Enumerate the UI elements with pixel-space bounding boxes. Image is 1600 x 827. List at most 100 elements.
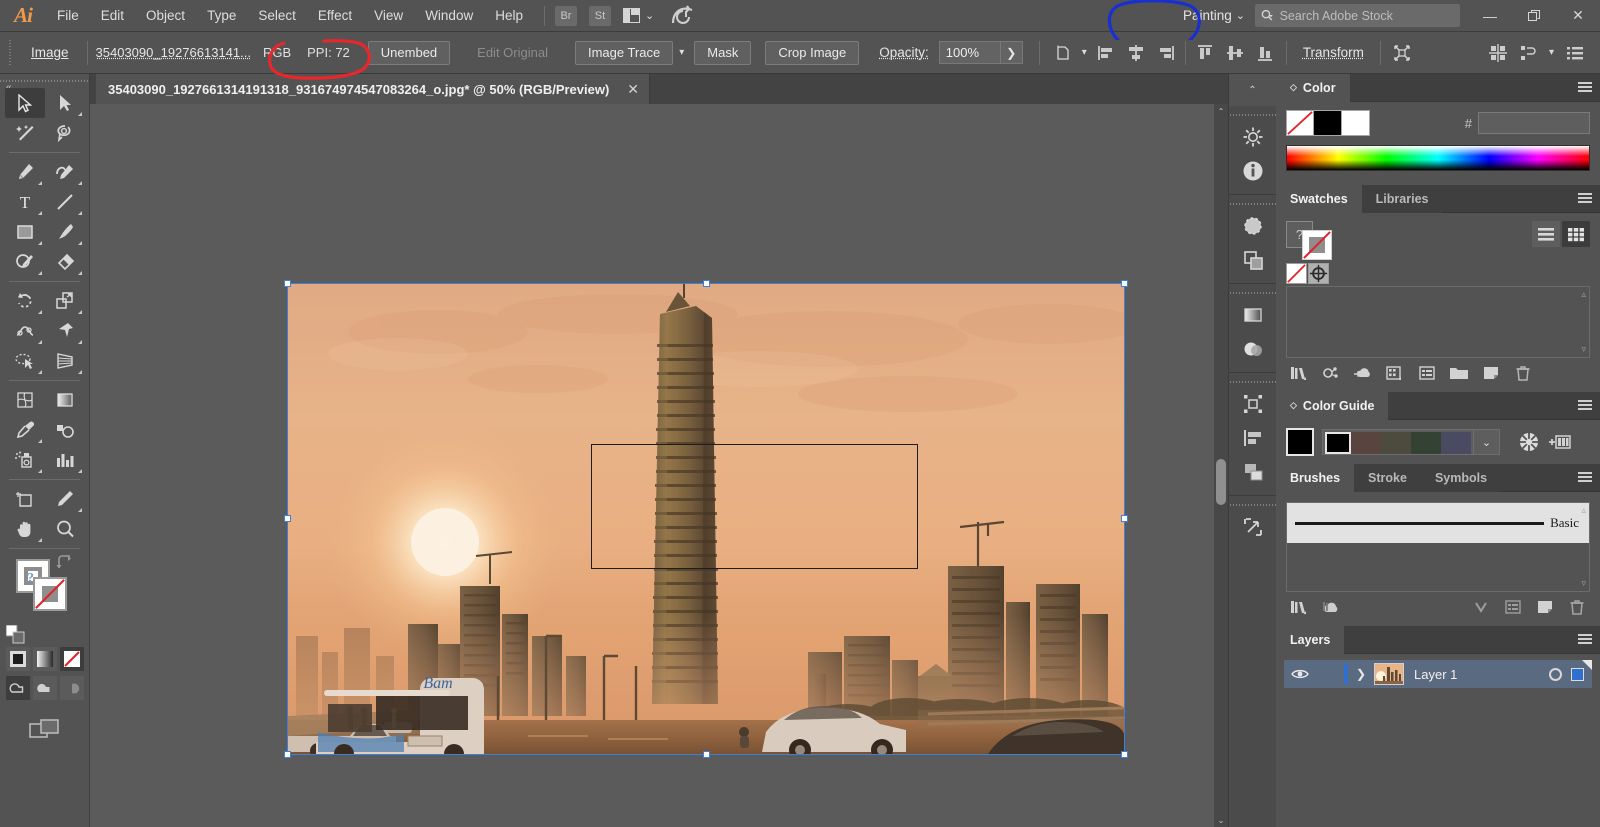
tab-brushes[interactable]: Brushes [1276,463,1355,492]
delete-brush-icon[interactable] [1562,596,1592,618]
swatch-registration[interactable] [1308,263,1329,284]
menu-edit[interactable]: Edit [90,0,135,32]
swatch-none[interactable] [1286,263,1307,284]
lasso-tool[interactable] [45,118,85,148]
swatches-scroll-down-icon[interactable]: ▿ [1581,344,1586,355]
hex-input[interactable] [1478,112,1590,134]
active-none-swatch[interactable] [1302,230,1332,260]
canvas-area[interactable]: Bam ⌃ ⌄ [90,104,1228,827]
opacity-options-button[interactable]: ❯ [1000,41,1023,64]
color-panel-menu-icon[interactable] [1578,82,1592,94]
change-screen-mode-button[interactable] [0,718,89,742]
control-bar-grip[interactable] [6,39,16,66]
selection-handle-bottom-left[interactable] [284,751,291,758]
tab-layers[interactable]: Layers [1276,625,1345,654]
dock-grip[interactable] [1229,110,1276,120]
selection-tool[interactable] [4,88,45,118]
new-swatch-icon[interactable] [1476,362,1506,384]
layer-visibility-eye-icon[interactable] [1284,668,1316,680]
image-trace-presets-chevron-down-icon[interactable]: ▾ [673,47,690,58]
dock-grip[interactable] [1229,500,1276,510]
table-row[interactable]: ❯ Layer 1 [1284,660,1592,688]
pathfinder-icon[interactable] [1229,243,1277,277]
selection-handle-middle-left[interactable] [284,515,291,522]
linked-file-name[interactable]: 35403090_19276613141... [96,45,251,60]
color-guide-harmony-strip[interactable] [1322,429,1474,455]
brushes-scroll-up-icon[interactable]: ▵ [1581,505,1586,516]
stock-icon[interactable]: St [588,5,611,26]
symbol-sprayer-tool[interactable] [5,445,45,475]
layers-panel-menu-icon[interactable] [1578,634,1592,646]
symbols-icon[interactable] [1229,387,1277,421]
add-to-library-icon[interactable] [1348,362,1378,384]
tab-stroke[interactable]: Stroke [1354,463,1421,492]
menu-object[interactable]: Object [135,0,196,32]
align-right-icon[interactable] [1151,39,1181,67]
color-black-swatch[interactable] [1314,110,1342,136]
restore-button[interactable] [1512,0,1556,32]
zoom-tool[interactable] [45,514,85,544]
new-color-group-icon[interactable] [1444,362,1474,384]
selection-handle-bottom-center[interactable] [702,751,710,758]
eyedropper-tool[interactable] [5,415,45,445]
swatches-list[interactable]: ▵ ▿ [1286,286,1590,358]
edit-colors-icon[interactable] [1518,431,1540,453]
dock-expand-icon[interactable]: ⌃ [1229,74,1276,106]
properties-icon[interactable] [1229,120,1277,154]
document-tab-close-icon[interactable]: ✕ [627,81,639,98]
menu-type[interactable]: Type [196,0,247,32]
rotate-tool[interactable] [5,286,45,316]
arrange-documents-button[interactable]: ⌄ [622,8,654,23]
align-vertical-center-icon[interactable] [1220,39,1250,67]
brushes-list[interactable]: Basic ▵ ▿ [1286,502,1590,592]
bridge-icon[interactable]: Br [554,5,577,26]
shaper-tool[interactable] [5,247,45,277]
brushes-scroll-down-icon[interactable]: ▿ [1581,578,1586,589]
libraries-panel-icon[interactable] [1316,596,1346,618]
gradient-tool[interactable] [45,385,85,415]
list-view-icon[interactable] [1560,39,1590,67]
magic-wand-tool[interactable] [5,118,45,148]
dock-grip[interactable] [1229,199,1276,209]
harmony-rules-chevron-down-icon[interactable]: ⌄ [1474,429,1500,455]
brush-libraries-menu-icon[interactable] [1284,596,1314,618]
swatch-options-icon[interactable] [1412,362,1442,384]
align-top-icon[interactable] [1190,39,1220,67]
dock-grip[interactable] [1229,377,1276,387]
selection-handle-bottom-right[interactable] [1121,751,1128,758]
blend-tool[interactable] [45,415,85,445]
transform-button[interactable]: Transform [1293,45,1374,60]
menu-help[interactable]: Help [484,0,534,32]
align-horizontal-center-icon[interactable] [1121,39,1151,67]
scroll-up-icon[interactable]: ⌃ [1214,104,1228,118]
document-setup-icon[interactable] [1048,39,1078,67]
slice-tool[interactable] [45,484,85,514]
layer-target-circle-icon[interactable] [1549,667,1562,681]
list-view-icon[interactable] [1532,221,1560,247]
harmony-swatch-5[interactable] [1441,432,1471,454]
pen-tool[interactable] [5,157,45,187]
search-input[interactable] [1279,8,1454,23]
image-trace-button[interactable]: Image Trace [574,40,674,65]
menu-view[interactable]: View [363,0,414,32]
gradient-icon[interactable] [1229,298,1277,332]
scroll-down-icon[interactable]: ⌄ [1214,813,1228,827]
color-themes-icon[interactable] [1316,362,1346,384]
workspace-switcher[interactable]: Painting ⌄ [1173,4,1255,28]
type-tool[interactable]: T [5,187,45,217]
isolate-selection-icon[interactable] [1387,39,1417,67]
menu-window[interactable]: Window [414,0,484,32]
draw-behind-button[interactable] [32,676,57,700]
close-button[interactable]: ✕ [1556,0,1600,32]
canvas-viewport[interactable]: Bam [90,104,1214,827]
color-fill-proxy[interactable] [1286,110,1314,136]
swatches-panel-menu-icon[interactable] [1578,193,1592,205]
selection-handle-middle-right[interactable] [1121,515,1128,522]
selection-handle-top-left[interactable] [284,280,291,287]
save-color-group-icon[interactable] [1548,432,1572,452]
selection-handle-top-right[interactable] [1121,280,1128,287]
new-brush-icon[interactable] [1530,596,1560,618]
paintbrush-tool[interactable] [45,217,85,247]
harmony-swatch-3[interactable] [1381,432,1411,454]
document-tab[interactable]: 35403090_1927661314191318_93167497454708… [96,74,651,104]
